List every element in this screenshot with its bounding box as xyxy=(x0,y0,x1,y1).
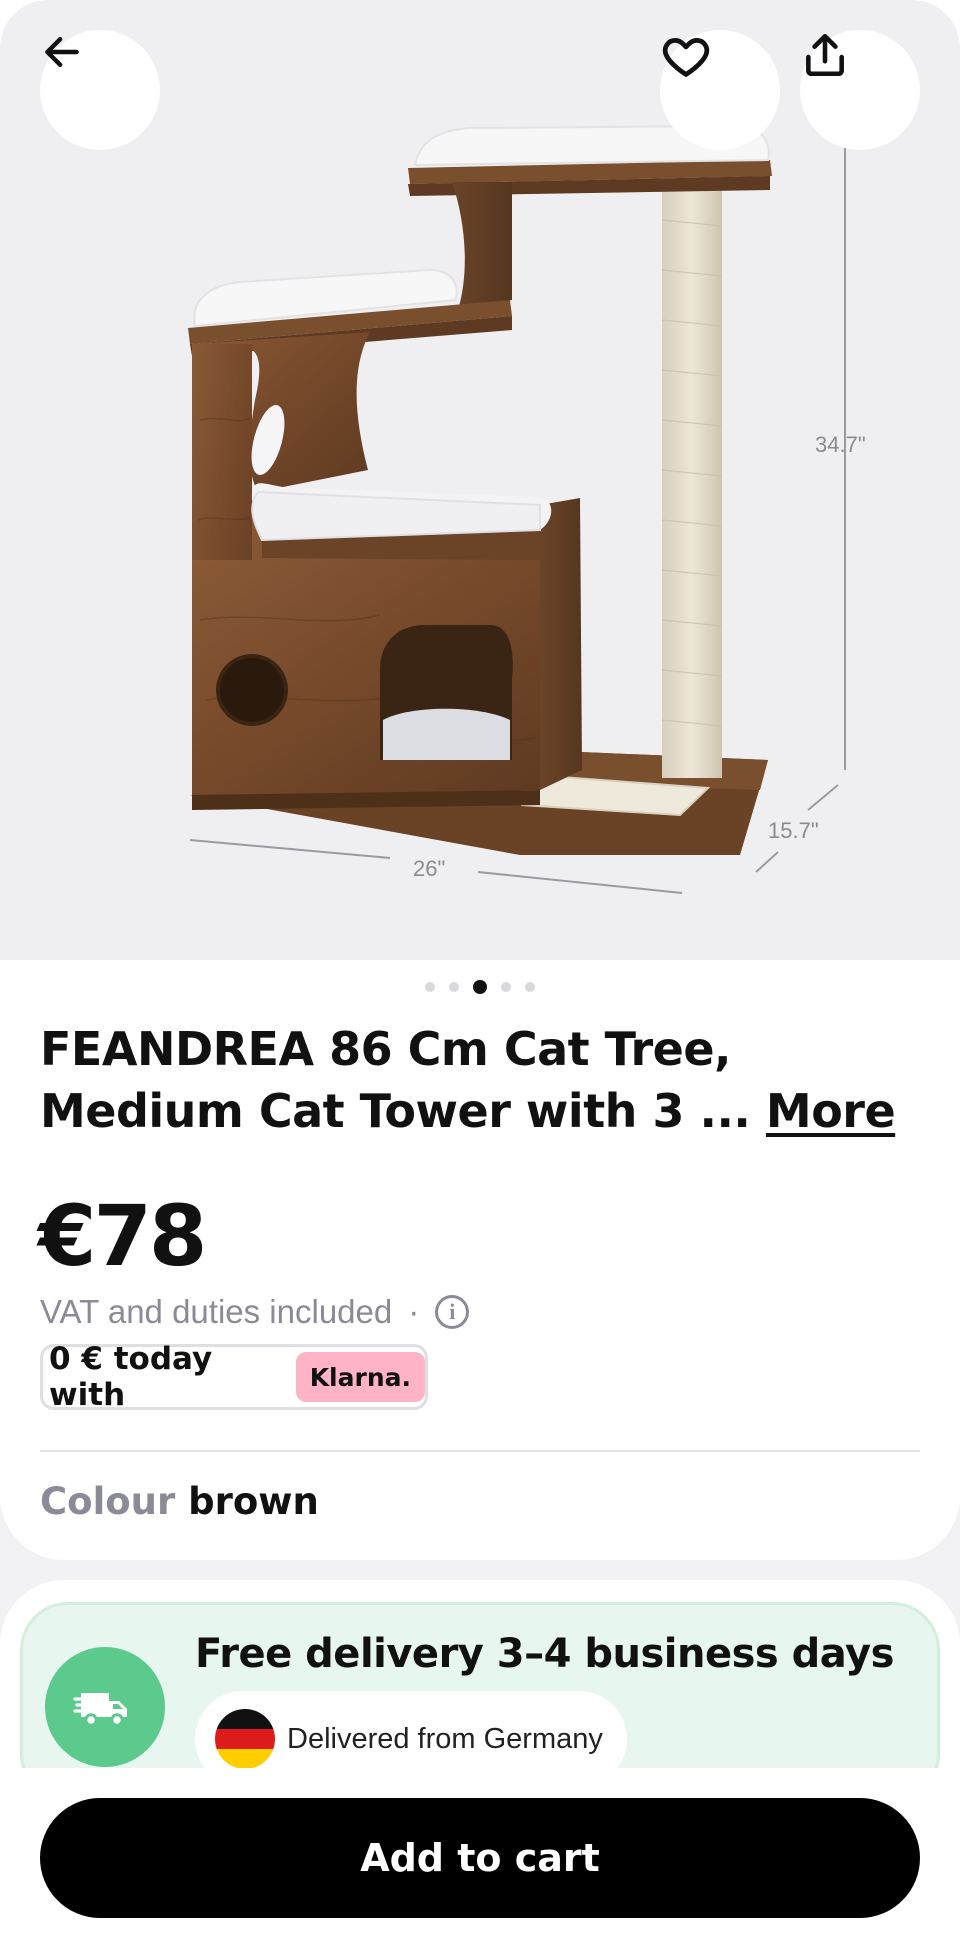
product-title: FEANDREA 86 Cm Cat Tree, Medium Cat Towe… xyxy=(40,1018,920,1142)
divider xyxy=(40,1450,920,1452)
truck-icon-badge xyxy=(45,1647,165,1767)
bottom-action-bar: Add to cart xyxy=(0,1768,960,1957)
product-image-carousel[interactable]: 34.7" 26" 15.7" xyxy=(0,0,960,960)
dim-depth-label: 15.7" xyxy=(768,818,819,843)
klarna-text: 0 € today with xyxy=(49,1341,213,1413)
colour-label: Colour xyxy=(40,1480,176,1523)
vat-text: VAT and duties included xyxy=(40,1293,393,1330)
product-page: 34.7" 26" 15.7" FEANDREA 86 Cm Cat Tree,… xyxy=(0,0,960,1957)
carousel-dot[interactable] xyxy=(425,982,435,992)
product-title-line2: Medium Cat Tower with 3 ... xyxy=(40,1084,766,1138)
dim-width-label: 26" xyxy=(413,856,445,881)
vat-separator: · xyxy=(408,1293,420,1330)
info-icon[interactable]: i xyxy=(435,1295,470,1329)
colour-selector[interactable]: Colour brown xyxy=(40,1480,319,1523)
carousel-dot[interactable] xyxy=(525,982,535,992)
heart-icon xyxy=(662,38,710,77)
carousel-dot-active[interactable] xyxy=(473,980,487,994)
more-link[interactable]: More xyxy=(766,1084,896,1138)
product-title-line1: FEANDREA 86 Cm Cat Tree, xyxy=(40,1022,732,1076)
vat-info: VAT and duties included · i xyxy=(40,1292,470,1332)
product-price: €78 xyxy=(38,1187,207,1285)
delivered-from-text: Delivered from Germany xyxy=(287,1722,603,1755)
dim-height-label: 34.7" xyxy=(815,432,866,457)
back-button[interactable] xyxy=(40,30,160,150)
product-image: 34.7" 26" 15.7" xyxy=(188,124,866,894)
carousel-indicator xyxy=(0,978,960,996)
carousel-dot[interactable] xyxy=(449,982,459,992)
product-card: 34.7" 26" 15.7" FEANDREA 86 Cm Cat Tree,… xyxy=(0,0,960,1560)
share-button[interactable] xyxy=(800,30,920,150)
add-to-cart-button[interactable]: Add to cart xyxy=(40,1798,920,1918)
share-icon xyxy=(806,33,844,77)
germany-flag-icon xyxy=(215,1709,275,1769)
truck-icon xyxy=(73,1693,127,1727)
delivery-title: Free delivery 3–4 business days xyxy=(195,1631,894,1677)
klarna-logo: Klarna. xyxy=(295,1352,425,1402)
carousel-dot[interactable] xyxy=(501,982,511,992)
favorite-button[interactable] xyxy=(660,30,780,150)
klarna-payment-option[interactable]: 0 € today with Klarna. xyxy=(40,1341,428,1413)
colour-value: brown xyxy=(188,1480,319,1523)
arrow-left-icon xyxy=(45,36,79,68)
